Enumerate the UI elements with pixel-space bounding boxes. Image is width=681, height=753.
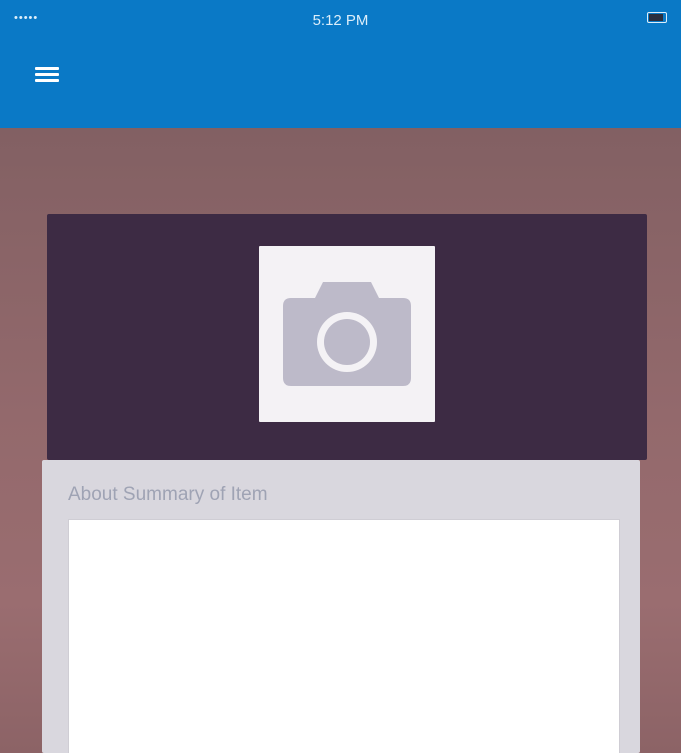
status-bar: ••••• 5:12 PM: [0, 0, 681, 44]
summary-card: About Summary of Item: [42, 460, 640, 753]
menu-line: [35, 67, 59, 70]
battery-fill: [649, 14, 664, 21]
add-photo-button[interactable]: [259, 246, 435, 422]
summary-label: About Summary of Item: [68, 484, 268, 505]
photo-panel: [47, 214, 647, 460]
status-time: 5:12 PM: [312, 12, 369, 29]
status-right-indicators: [641, 12, 667, 23]
summary-textarea[interactable]: [68, 519, 620, 753]
battery-icon: [647, 12, 667, 23]
nav-bar: [0, 44, 681, 128]
menu-line: [35, 79, 59, 82]
camera-icon: [283, 282, 411, 386]
menu-line: [35, 73, 59, 76]
hamburger-menu-icon[interactable]: [35, 64, 59, 92]
